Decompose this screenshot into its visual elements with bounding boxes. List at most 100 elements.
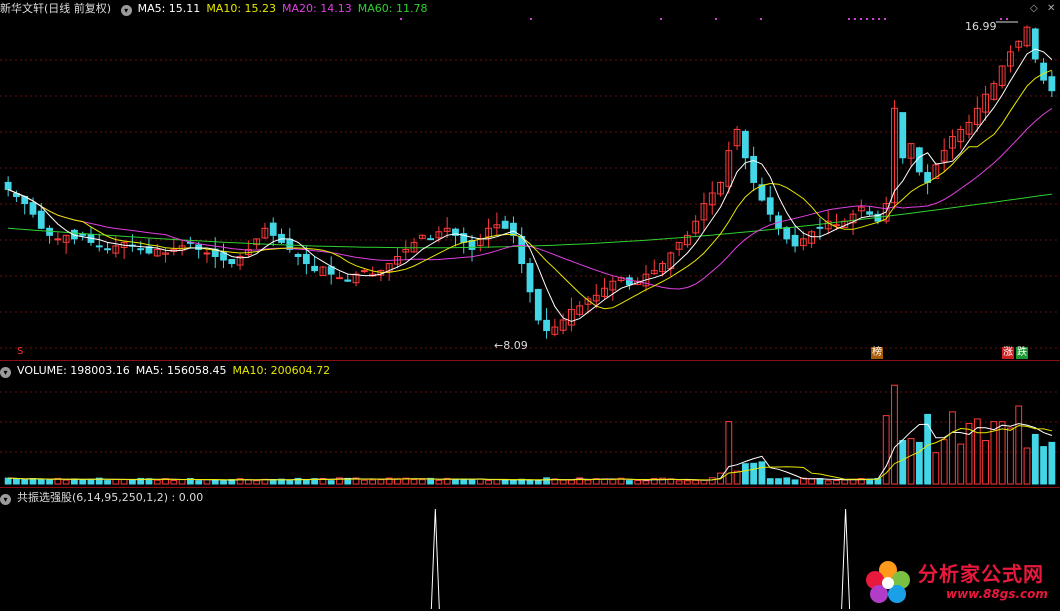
volume-bar bbox=[775, 478, 782, 485]
watermark-logo: 分析家公式网 www.88gs.com bbox=[860, 556, 1056, 608]
volume-bar bbox=[468, 479, 476, 485]
volume-bar bbox=[899, 439, 907, 485]
volume-bar bbox=[791, 479, 799, 485]
volume-bar bbox=[501, 479, 509, 485]
volume-bar bbox=[62, 479, 70, 485]
volume-bar bbox=[634, 479, 642, 485]
volume-bar bbox=[13, 478, 20, 485]
volume-chart-canvas[interactable] bbox=[0, 362, 1060, 487]
volume-bar bbox=[87, 478, 95, 485]
volume-bar bbox=[907, 438, 915, 485]
volume-label-2: MA10: 200604.72 bbox=[232, 364, 331, 377]
signal-dot bbox=[872, 18, 874, 20]
watermark-url: www.88gs.com bbox=[946, 587, 1048, 601]
volume-bar bbox=[510, 480, 517, 485]
volume-bar bbox=[327, 480, 335, 485]
signal-dot bbox=[848, 18, 850, 20]
volume-bar bbox=[626, 480, 633, 485]
volume-bar bbox=[675, 480, 683, 485]
close-icon[interactable]: ✕ bbox=[1047, 3, 1055, 14]
volume-bar bbox=[128, 479, 136, 485]
volume-bar bbox=[915, 441, 923, 485]
signal-dot bbox=[530, 18, 532, 20]
indicator-signal-spike bbox=[430, 508, 440, 610]
volume-bar bbox=[79, 479, 87, 485]
signal-dot bbox=[854, 18, 856, 20]
candle bbox=[518, 235, 526, 265]
volume-bar bbox=[120, 479, 128, 485]
candle bbox=[29, 202, 37, 215]
volume-bar bbox=[882, 415, 890, 485]
volume-bar bbox=[211, 479, 219, 485]
candle bbox=[302, 253, 310, 265]
signal-dot bbox=[1006, 18, 1008, 20]
candle bbox=[54, 238, 62, 241]
candle bbox=[1040, 62, 1047, 81]
candle bbox=[783, 227, 791, 240]
signal-dot bbox=[400, 18, 402, 20]
indicator-header: ▾ 共振选强股(6,14,95,250,1,2) : 0.00 bbox=[0, 491, 209, 505]
price-chart-canvas[interactable]: 16.99 ←8.09 bbox=[0, 0, 1060, 360]
flower-logo-icon bbox=[866, 561, 910, 603]
volume-bar bbox=[982, 440, 989, 485]
marker-die: 跌 bbox=[1016, 347, 1028, 359]
volume-label-1: MA5: 156058.45 bbox=[135, 364, 227, 377]
volume-bar bbox=[46, 479, 53, 485]
pane-divider[interactable] bbox=[0, 487, 1060, 488]
ma-label-2: MA20: 14.13 bbox=[282, 2, 352, 15]
signal-dot bbox=[715, 18, 717, 20]
ma-label-0: MA5: 15.11 bbox=[137, 2, 201, 15]
low-price-label: ←8.09 bbox=[494, 339, 528, 352]
volume-bar bbox=[708, 477, 716, 485]
settings-icon[interactable]: ▾ bbox=[120, 5, 132, 16]
volume-settings-icon[interactable]: ▾ bbox=[0, 367, 11, 378]
signal-dot bbox=[860, 18, 862, 20]
volume-bar bbox=[178, 478, 186, 485]
candle bbox=[501, 220, 509, 229]
volume-bar bbox=[584, 479, 592, 485]
candle bbox=[37, 210, 45, 229]
diamond-icon[interactable]: ◇ bbox=[1030, 3, 1038, 14]
volume-bar bbox=[360, 479, 368, 485]
candle bbox=[294, 253, 302, 258]
indicator-settings-icon[interactable]: ▾ bbox=[0, 494, 11, 505]
volume-bar bbox=[543, 477, 550, 485]
candle bbox=[228, 258, 236, 265]
candle bbox=[336, 277, 343, 280]
volume-header: ▾ VOLUME: 198003.16 MA5: 156058.45 MA10: 20… bbox=[0, 364, 336, 378]
candle bbox=[866, 211, 874, 215]
volume-bar bbox=[418, 479, 426, 485]
volume-bar bbox=[104, 480, 111, 485]
signal-dot bbox=[884, 18, 886, 20]
volume-bar bbox=[998, 421, 1006, 485]
price-chart-pane[interactable]: 16.99 ←8.09 新华文轩(日线 前复权) ▾ MA5: 15.11 MA10:… bbox=[0, 0, 1060, 360]
candle bbox=[360, 270, 368, 273]
signal-dot bbox=[660, 18, 662, 20]
candle bbox=[766, 197, 774, 215]
candle bbox=[79, 233, 87, 236]
pane-divider[interactable] bbox=[0, 360, 1060, 361]
volume-bar bbox=[410, 479, 418, 485]
ma-label-3: MA60: 11.78 bbox=[357, 2, 428, 15]
candle bbox=[1031, 28, 1039, 60]
volume-bar bbox=[286, 480, 294, 485]
volume-bar bbox=[816, 478, 824, 485]
signal-dot bbox=[878, 18, 880, 20]
volume-bar bbox=[526, 479, 534, 485]
volume-bar bbox=[808, 478, 816, 485]
volume-bar bbox=[29, 478, 37, 485]
high-price-label: 16.99 bbox=[965, 20, 997, 33]
volume-bar bbox=[493, 478, 501, 485]
candle bbox=[269, 222, 277, 236]
candle bbox=[543, 319, 550, 332]
watermark-name: 分析家公式网 bbox=[918, 562, 1044, 586]
candle bbox=[526, 263, 534, 293]
candle bbox=[816, 226, 824, 229]
signal-dot bbox=[866, 18, 868, 20]
volume-chart-pane[interactable]: ▾ VOLUME: 198003.16 MA5: 156058.45 MA10: 20… bbox=[0, 362, 1060, 487]
volume-bar bbox=[559, 479, 567, 485]
volume-bar bbox=[783, 477, 791, 485]
volume-bar bbox=[195, 480, 203, 485]
volume-bar bbox=[949, 411, 956, 485]
volume-bar bbox=[369, 479, 377, 485]
